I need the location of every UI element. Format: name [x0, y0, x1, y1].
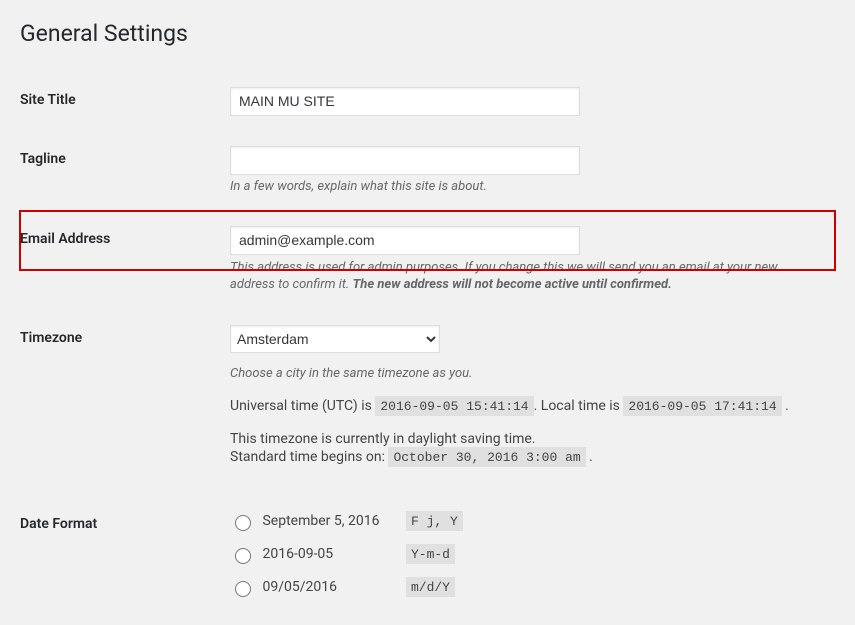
date-format-code-2: m/d/Y: [406, 577, 455, 597]
timezone-description: Choose a city in the same timezone as yo…: [230, 366, 825, 383]
date-format-radio-0[interactable]: [235, 515, 251, 531]
row-tagline: Tagline In a few words, explain what thi…: [20, 131, 835, 211]
date-format-example-0: September 5, 2016: [262, 511, 402, 531]
std-time-value: October 30, 2016 3:00 am: [388, 447, 585, 467]
timezone-utc-local: Universal time (UTC) is 2016-09-05 15:41…: [230, 397, 825, 416]
row-site-title: Site Title: [20, 72, 835, 131]
date-format-example-2: 09/05/2016: [262, 577, 402, 597]
local-time-value: 2016-09-05 17:41:14: [623, 396, 781, 416]
label-tagline: Tagline: [20, 131, 220, 211]
row-date-format: Date Format September 5, 2016 F j, Y 201…: [20, 496, 835, 625]
date-format-radio-2[interactable]: [235, 581, 251, 597]
date-format-code-0: F j, Y: [406, 511, 463, 531]
email-field[interactable]: [230, 226, 580, 255]
tagline-input[interactable]: [230, 146, 580, 175]
utc-time-value: 2016-09-05 15:41:14: [375, 396, 533, 416]
timezone-dst-info: This timezone is currently in daylight s…: [230, 430, 825, 467]
date-format-radio-1[interactable]: [235, 548, 251, 564]
date-format-option-0[interactable]: September 5, 2016 F j, Y: [230, 511, 825, 532]
row-timezone: Timezone Amsterdam Choose a city in the …: [20, 310, 835, 496]
label-email-address: Email Address: [20, 211, 220, 270]
date-format-option-2[interactable]: 09/05/2016 m/d/Y: [230, 577, 825, 598]
label-site-title: Site Title: [20, 72, 220, 131]
row-email-description: This address is used for admin purposes.…: [20, 270, 835, 310]
date-format-option-1[interactable]: 2016-09-05 Y-m-d: [230, 544, 825, 565]
label-timezone: Timezone: [20, 310, 220, 496]
site-title-input[interactable]: [230, 87, 580, 116]
label-date-format: Date Format: [20, 496, 220, 625]
tagline-description: In a few words, explain what this site i…: [230, 179, 825, 196]
page-title: General Settings: [20, 10, 835, 52]
settings-form-table: Site Title Tagline In a few words, expla…: [20, 72, 835, 625]
date-format-options: September 5, 2016 F j, Y 2016-09-05 Y-m-…: [230, 511, 825, 598]
timezone-select[interactable]: Amsterdam: [230, 325, 440, 353]
email-description: This address is used for admin purposes.…: [230, 260, 825, 294]
date-format-example-1: 2016-09-05: [262, 544, 402, 564]
date-format-code-1: Y-m-d: [406, 544, 455, 564]
